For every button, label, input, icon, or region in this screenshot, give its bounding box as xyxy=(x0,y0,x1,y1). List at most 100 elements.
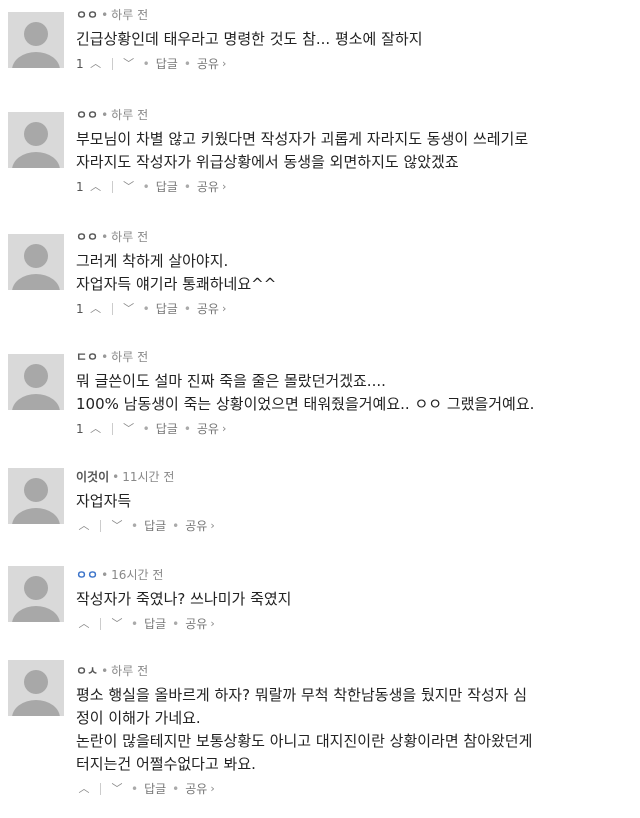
chevron-right-icon: › xyxy=(210,617,215,630)
chevron-right-icon: › xyxy=(210,782,215,795)
meta-separator: • xyxy=(101,8,109,22)
comment-line: 논란이 많을테지만 보통상황도 아니고 대지진이란 상황이라면 참아왔던게 xyxy=(76,732,533,750)
comment-text: 작성자가 죽였나? 쓰나미가 죽였지 xyxy=(76,588,626,611)
upvote-count: 1 xyxy=(76,422,84,436)
chevron-up-icon[interactable]: ︿ xyxy=(88,57,104,71)
avatar[interactable] xyxy=(8,468,64,524)
meta-separator: • xyxy=(101,664,109,678)
comment-text: 뭐 글쓴이도 설마 진짜 죽을 줄은 몰랐던거겠죠.... 100% 남동생이 … xyxy=(76,370,626,416)
reply-button[interactable]: 답글 xyxy=(144,519,166,533)
share-button[interactable]: 공유 xyxy=(185,519,207,533)
action-separator: • xyxy=(142,180,150,194)
chevron-down-icon[interactable]: ﹀ xyxy=(121,180,137,194)
comment-actions: ︿ ﹀ • 답글 • 공유 › xyxy=(76,519,626,533)
reply-button[interactable]: 답글 xyxy=(156,302,178,316)
action-separator: • xyxy=(131,782,139,796)
chevron-up-icon[interactable]: ︿ xyxy=(76,782,92,796)
chevron-right-icon: › xyxy=(221,57,227,70)
chevron-right-icon: › xyxy=(210,519,215,532)
meta-separator: • xyxy=(101,108,109,122)
comment-text: 평소 행실을 올바르게 하자? 뭐랄까 무척 착한남동생을 뒀지만 작성자 심 … xyxy=(76,684,626,776)
user-silhouette-icon xyxy=(12,22,60,68)
avatar[interactable] xyxy=(8,354,64,410)
comment-line: 긴급상황인데 태우라고 명령한 것도 참... 평소에 잘하지 xyxy=(76,30,423,48)
divider xyxy=(111,303,113,315)
reply-button[interactable]: 답글 xyxy=(144,782,166,796)
comment-meta: ㅇㅅ • 하루 전 xyxy=(76,664,626,678)
share-button[interactable]: 공유 xyxy=(197,422,219,436)
action-separator: • xyxy=(172,519,180,533)
action-separator: • xyxy=(142,422,150,436)
comment-line: 100% 남동생이 죽는 상황이었으면 태워줬을거예요.. ㅇㅇ 그랬을거예요. xyxy=(76,395,535,413)
comment-author[interactable]: 이것이 xyxy=(76,470,109,484)
action-separator: • xyxy=(183,57,191,71)
action-separator: • xyxy=(183,302,191,316)
share-button[interactable]: 공유 xyxy=(185,782,207,796)
chevron-right-icon: › xyxy=(221,422,227,435)
chevron-up-icon[interactable]: ︿ xyxy=(76,519,92,533)
comment-text: 부모님이 차별 않고 키웠다면 작성자가 괴롭게 자라지도 동생이 쓰레기로 자… xyxy=(76,128,626,174)
reply-button[interactable]: 답글 xyxy=(144,617,166,631)
comment-line: 정이 이해가 가네요. xyxy=(76,709,201,727)
comment-actions: 1 ︿ ﹀ • 답글 • 공유 › xyxy=(76,57,626,71)
comment-meta: 이것이 • 11시간 전 xyxy=(76,470,626,484)
comment-line: 자업자득 얘기라 통쾌하네요^^ xyxy=(76,275,277,293)
comment-time: 11시간 전 xyxy=(122,470,175,484)
chevron-up-icon[interactable]: ︿ xyxy=(88,302,104,316)
user-silhouette-icon xyxy=(12,364,60,410)
comment-actions: 1 ︿ ﹀ • 답글 • 공유 › xyxy=(76,302,626,316)
chevron-down-icon[interactable]: ﹀ xyxy=(109,617,125,631)
comment-author[interactable]: ㅇㅅ xyxy=(76,664,98,678)
comment-line: 터지는건 어쩔수없다고 봐요. xyxy=(76,755,256,773)
comment-author[interactable]: ㅇㅇ xyxy=(76,8,98,22)
avatar[interactable] xyxy=(8,12,64,68)
reply-button[interactable]: 답글 xyxy=(156,57,178,71)
comment-line: 작성자가 죽였나? 쓰나미가 죽였지 xyxy=(76,590,292,608)
comment-author[interactable]: ㄷㅇ xyxy=(76,350,98,364)
chevron-down-icon[interactable]: ﹀ xyxy=(121,302,137,316)
action-separator: • xyxy=(172,782,180,796)
divider xyxy=(111,181,113,193)
share-button[interactable]: 공유 xyxy=(185,617,207,631)
chevron-up-icon[interactable]: ︿ xyxy=(88,422,104,436)
avatar[interactable] xyxy=(8,112,64,168)
upvote-count: 1 xyxy=(76,302,84,316)
comment-time: 16시간 전 xyxy=(111,568,164,582)
chevron-up-icon[interactable]: ︿ xyxy=(88,180,104,194)
meta-separator: • xyxy=(101,568,109,582)
comment-time: 하루 전 xyxy=(111,230,149,244)
action-separator: • xyxy=(142,302,150,316)
user-silhouette-icon xyxy=(12,244,60,290)
avatar[interactable] xyxy=(8,660,64,716)
reply-button[interactable]: 답글 xyxy=(156,422,178,436)
reply-button[interactable]: 답글 xyxy=(156,180,178,194)
comment-author[interactable]: ㅇㅇ xyxy=(76,108,98,122)
share-button[interactable]: 공유 xyxy=(197,180,219,194)
avatar[interactable] xyxy=(8,234,64,290)
action-separator: • xyxy=(131,617,139,631)
divider xyxy=(100,618,101,630)
chevron-right-icon: › xyxy=(221,180,227,193)
upvote-count: 1 xyxy=(76,57,84,71)
comment-time: 하루 전 xyxy=(111,108,149,122)
comment-author[interactable]: ㅇㅇ xyxy=(76,568,98,582)
comment-line: 평소 행실을 올바르게 하자? 뭐랄까 무척 착한남동생을 뒀지만 작성자 심 xyxy=(76,686,528,704)
chevron-down-icon[interactable]: ﹀ xyxy=(109,519,125,533)
meta-separator: • xyxy=(101,230,109,244)
comment-meta: ㅇㅇ • 하루 전 xyxy=(76,8,626,22)
comment-time: 하루 전 xyxy=(111,350,149,364)
share-button[interactable]: 공유 xyxy=(197,57,219,71)
chevron-up-icon[interactable]: ︿ xyxy=(76,617,92,631)
comment-author[interactable]: ㅇㅇ xyxy=(76,230,98,244)
comment-meta: ㅇㅇ • 하루 전 xyxy=(76,108,626,122)
avatar[interactable] xyxy=(8,566,64,622)
comment-text: 긴급상황인데 태우라고 명령한 것도 참... 평소에 잘하지 xyxy=(76,28,626,51)
comment-line: 자업자득 xyxy=(76,492,132,510)
chevron-down-icon[interactable]: ﹀ xyxy=(109,782,125,796)
user-silhouette-icon xyxy=(12,122,60,168)
chevron-down-icon[interactable]: ﹀ xyxy=(121,422,137,436)
share-button[interactable]: 공유 xyxy=(197,302,219,316)
chevron-down-icon[interactable]: ﹀ xyxy=(121,57,137,71)
chevron-right-icon: › xyxy=(221,302,227,315)
action-separator: • xyxy=(183,180,191,194)
